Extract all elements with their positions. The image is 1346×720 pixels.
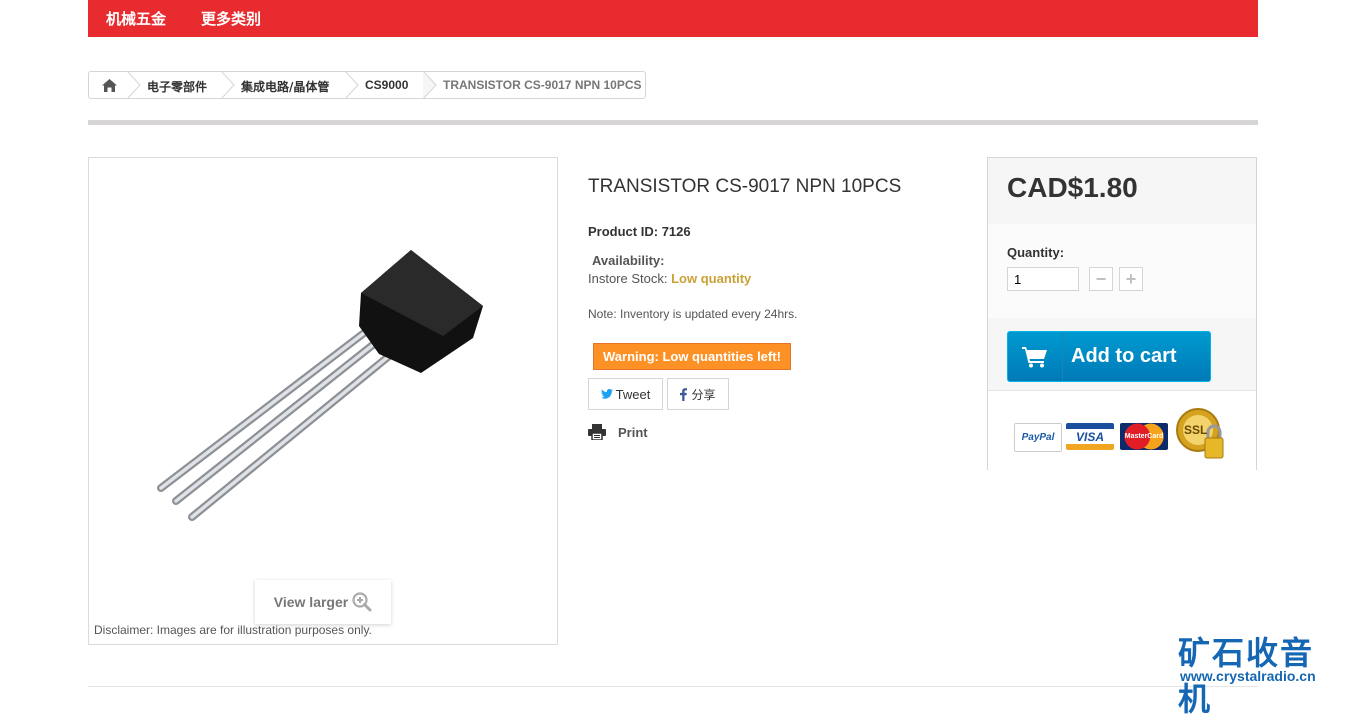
quantity-input[interactable] xyxy=(1007,267,1079,291)
footer-divider xyxy=(88,686,1258,691)
breadcrumb-separator xyxy=(423,71,437,99)
add-to-cart-label: Add to cart xyxy=(1071,345,1177,367)
tweet-button[interactable]: Tweet xyxy=(588,378,663,410)
nav-item-more-categories[interactable]: 更多类别 xyxy=(201,8,261,29)
breadcrumb-separator xyxy=(221,71,235,99)
product-id: Product ID: 7126 xyxy=(588,224,691,239)
printer-icon xyxy=(588,424,606,440)
shopping-cart-icon xyxy=(1022,346,1047,367)
zoom-in-icon xyxy=(352,592,372,612)
print-label: Print xyxy=(618,424,648,440)
quantity-decrease-button[interactable]: − xyxy=(1089,267,1113,291)
stock-label: Instore Stock: xyxy=(588,271,668,286)
breadcrumb: 电子零部件 集成电路/晶体管 CS9000 TRANSISTOR CS-9017… xyxy=(88,71,646,99)
product-id-value: 7126 xyxy=(661,224,691,239)
product-price: CAD$1.80 xyxy=(1007,172,1138,203)
facebook-share-button[interactable]: 分享 xyxy=(667,378,729,410)
inventory-note: Note: Inventory is updated every 24hrs. xyxy=(588,307,798,321)
breadcrumb-current: TRANSISTOR CS-9017 NPN 10PCS xyxy=(443,78,642,92)
product-title: TRANSISTOR CS-9017 NPN 10PCS xyxy=(588,176,902,197)
product-image-panel: View larger Disclaimer: Images are for i… xyxy=(88,157,558,645)
product-image[interactable] xyxy=(89,158,555,578)
twitter-icon xyxy=(600,389,613,399)
home-icon xyxy=(101,78,117,92)
view-larger-button[interactable]: View larger xyxy=(255,580,391,624)
cart-icon-wrap xyxy=(1008,332,1063,381)
watermark-url: www.crystalradio.cn xyxy=(1180,668,1316,684)
breadcrumb-item-electronics[interactable]: 电子零部件 xyxy=(147,78,207,95)
view-larger-label: View larger xyxy=(273,594,349,610)
share-label: 分享 xyxy=(691,387,716,402)
quantity-increase-button[interactable]: + xyxy=(1119,267,1143,291)
breadcrumb-separator xyxy=(345,71,359,99)
facebook-icon xyxy=(680,387,688,401)
breadcrumb-separator xyxy=(127,71,141,99)
paypal-logo: PayPal xyxy=(1014,423,1062,452)
add-to-cart-button[interactable]: Add to cart xyxy=(1007,331,1211,382)
quantity-label: Quantity: xyxy=(1007,245,1065,260)
image-disclaimer: Disclaimer: Images are for illustration … xyxy=(94,623,372,637)
product-id-label: Product ID: xyxy=(588,224,659,239)
top-nav: 机械五金 更多类别 xyxy=(88,0,1258,37)
minus-icon: − xyxy=(1095,269,1107,289)
print-link[interactable]: Print xyxy=(588,424,648,440)
visa-logo: VISA xyxy=(1066,423,1114,450)
breadcrumb-item-cs9000[interactable]: CS9000 xyxy=(365,78,408,92)
buy-box: CAD$1.80 Quantity: − + Add to cart PayPa… xyxy=(987,157,1257,470)
breadcrumb-item-ic-transistor[interactable]: 集成电路/晶体管 xyxy=(241,78,329,95)
nav-item-hardware[interactable]: 机械五金 xyxy=(106,8,166,29)
low-stock-warning: Warning: Low quantities left! xyxy=(593,343,791,370)
stock-status: Instore Stock: Low quantity xyxy=(588,271,751,286)
availability-label: Availability: xyxy=(592,253,665,268)
breadcrumb-home[interactable] xyxy=(89,72,129,98)
mastercard-logo: MasterCard xyxy=(1120,423,1168,450)
plus-icon: + xyxy=(1125,269,1137,289)
ssl-badge: SSL xyxy=(1176,406,1224,462)
tweet-label: Tweet xyxy=(615,386,651,402)
stock-value: Low quantity xyxy=(671,271,752,286)
section-divider xyxy=(88,120,1258,125)
ssl-label: SSL xyxy=(1184,423,1208,437)
